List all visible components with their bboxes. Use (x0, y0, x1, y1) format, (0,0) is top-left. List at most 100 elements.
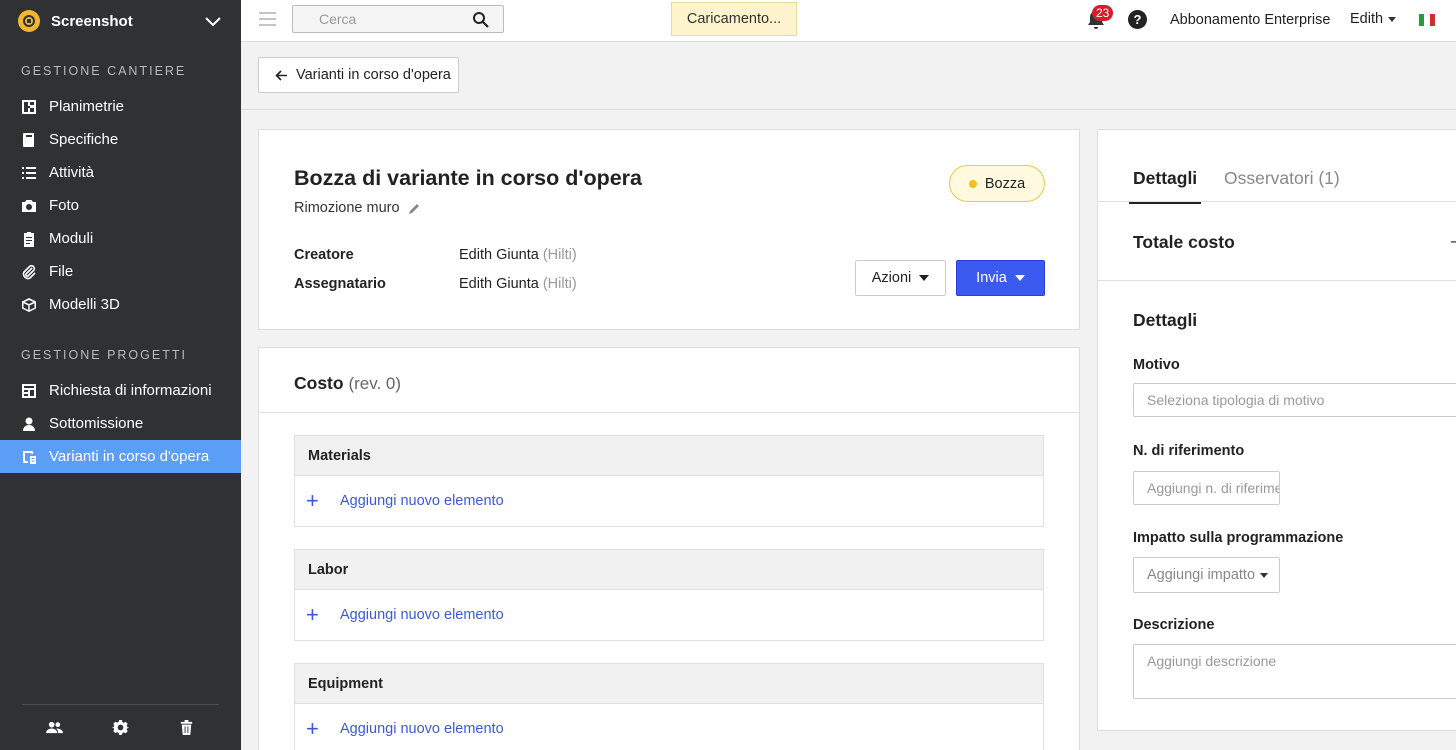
arrow-left-icon (275, 69, 287, 81)
description-label: Descrizione (1133, 617, 1215, 633)
details-tabs: Dettagli Osservatori (1) (1098, 130, 1456, 204)
reference-label: N. di riferimento (1133, 443, 1245, 459)
caret-down-icon (1260, 572, 1269, 578)
caret-down-icon (919, 275, 930, 281)
sidebar-item-rfi[interactable]: Richiesta di informazioni (0, 374, 241, 407)
impact-select[interactable]: Aggiungi impatto (1133, 557, 1280, 593)
sidebar-footer (22, 704, 219, 750)
tab-observers-label: Osservatori (1224, 168, 1314, 188)
sidebar-item-label: Varianti in corso d'opera (49, 448, 210, 465)
creator-label: Creatore (294, 247, 354, 263)
sidebar-item-label: Attività (49, 164, 95, 181)
clipboard-icon (21, 231, 37, 247)
plus-icon: + (306, 488, 319, 513)
subtitle: Rimozione muro (294, 200, 421, 216)
italian-flag-icon[interactable] (1419, 14, 1435, 26)
tab-details[interactable]: Dettagli (1128, 168, 1202, 204)
loading-indicator: Caricamento... (671, 2, 797, 36)
actions-label: Azioni (871, 270, 912, 286)
sidebar-item-label: Richiesta di informazioni (49, 382, 212, 399)
sidebar-item-moduli[interactable]: Moduli (0, 222, 241, 255)
tab-observers[interactable]: Osservatori (1) (1224, 168, 1340, 189)
total-cost-label: Totale costo (1133, 232, 1235, 252)
sidebar-item-attivita[interactable]: Attività (0, 156, 241, 189)
user-name: Edith (1350, 11, 1384, 27)
topbar: Caricamento... 23 ? Abbonamento Enterpri… (241, 0, 1456, 42)
cost-revision: (rev. 0) (348, 374, 402, 393)
assignee-row: Assegnatario Edith Giunta (Hilti) (294, 276, 577, 292)
trash-icon[interactable] (178, 719, 195, 736)
pencil-icon[interactable] (408, 202, 421, 215)
back-bar: Varianti in corso d'opera (241, 42, 1456, 110)
caret-down-icon (1014, 275, 1025, 281)
camera-icon (21, 198, 37, 214)
sidebar: Screenshot GESTIONE CANTIERE Planimetrie… (0, 0, 241, 750)
assignee-name: Edith Giunta (459, 276, 539, 292)
sidebar-item-modelli-3d[interactable]: Modelli 3D (0, 288, 241, 321)
add-item-button[interactable]: + Aggiungi nuovo elemento (295, 476, 1043, 526)
sidebar-item-file[interactable]: File (0, 255, 241, 288)
motivo-label: Motivo (1133, 357, 1180, 373)
search-icon[interactable] (472, 11, 489, 28)
hamburger-menu-icon[interactable] (259, 12, 276, 28)
chevron-down-icon[interactable] (203, 11, 223, 31)
back-button-label: Varianti in corso d'opera (296, 67, 451, 83)
sidebar-item-specifiche[interactable]: Specifiche (0, 123, 241, 156)
sidebar-item-label: Specifiche (49, 131, 119, 148)
actions-button[interactable]: Azioni (855, 260, 946, 296)
cost-header: Costo (rev. 0) (259, 348, 1079, 413)
sidebar-section-progetti: GESTIONE PROGETTI (21, 348, 187, 362)
help-icon[interactable]: ? (1128, 10, 1147, 29)
paperclip-icon (21, 264, 37, 280)
gear-icon[interactable] (111, 719, 129, 736)
sidebar-item-label: Planimetrie (49, 98, 125, 115)
send-label: Invia (976, 270, 1007, 286)
person-icon (21, 416, 37, 432)
search-box[interactable] (292, 5, 504, 33)
observers-count: (1) (1318, 168, 1340, 188)
plus-icon: + (306, 602, 319, 627)
add-item-button[interactable]: + Aggiungi nuovo elemento (295, 704, 1043, 750)
sidebar-item-label: Foto (49, 197, 80, 214)
user-menu[interactable]: Edith (1350, 11, 1397, 27)
motivo-select[interactable] (1133, 383, 1456, 417)
assignee-company: (Hilti) (542, 276, 577, 292)
sidebar-item-varianti[interactable]: Varianti in corso d'opera (0, 440, 241, 473)
cost-group-labor: Labor + Aggiungi nuovo elemento (294, 549, 1044, 641)
notification-badge[interactable]: 23 (1092, 5, 1114, 21)
sidebar-item-planimetrie[interactable]: Planimetrie (0, 90, 241, 123)
list-icon (21, 165, 37, 181)
caret-down-icon (1388, 16, 1397, 22)
cost-card: Costo (rev. 0) Materials + Aggiungi nuovo… (258, 347, 1080, 750)
divider (1098, 280, 1456, 281)
sidebar-header[interactable]: Screenshot (0, 0, 241, 42)
app-title: Screenshot (51, 12, 133, 30)
sidebar-section-cantiere: GESTIONE CANTIERE (21, 64, 187, 78)
sidebar-item-label: Moduli (49, 230, 94, 247)
plus-icon: + (306, 716, 319, 741)
add-item-label: Aggiungi nuovo elemento (340, 607, 504, 623)
creator-company: (Hilti) (542, 247, 577, 263)
change-order-icon (21, 449, 37, 465)
page-title: Bozza di variante in corso d'opera (294, 166, 642, 190)
cube-icon (21, 297, 37, 313)
users-icon[interactable] (46, 719, 64, 736)
creator-row: Creatore Edith Giunta (Hilti) (294, 247, 577, 263)
cost-group-equipment: Equipment + Aggiungi nuovo elemento (294, 663, 1044, 750)
sidebar-item-foto[interactable]: Foto (0, 189, 241, 222)
subscription-link[interactable]: Abbonamento Enterprise (1170, 12, 1330, 28)
sidebar-item-label: File (49, 263, 74, 280)
floorplan-icon (21, 99, 37, 115)
send-button[interactable]: Invia (956, 260, 1045, 296)
search-input[interactable] (293, 6, 463, 32)
info-request-icon (21, 383, 37, 399)
details-panel: Dettagli Osservatori (1) Totale costo – … (1097, 129, 1456, 731)
description-input[interactable] (1133, 644, 1456, 699)
subtitle-text: Rimozione muro (294, 200, 400, 216)
details-section-title: Dettagli (1133, 310, 1198, 330)
reference-input[interactable] (1133, 471, 1280, 505)
add-item-button[interactable]: + Aggiungi nuovo elemento (295, 590, 1043, 640)
back-button[interactable]: Varianti in corso d'opera (258, 57, 459, 93)
sidebar-item-sottomissione[interactable]: Sottomissione (0, 407, 241, 440)
app-logo-icon (18, 10, 40, 32)
